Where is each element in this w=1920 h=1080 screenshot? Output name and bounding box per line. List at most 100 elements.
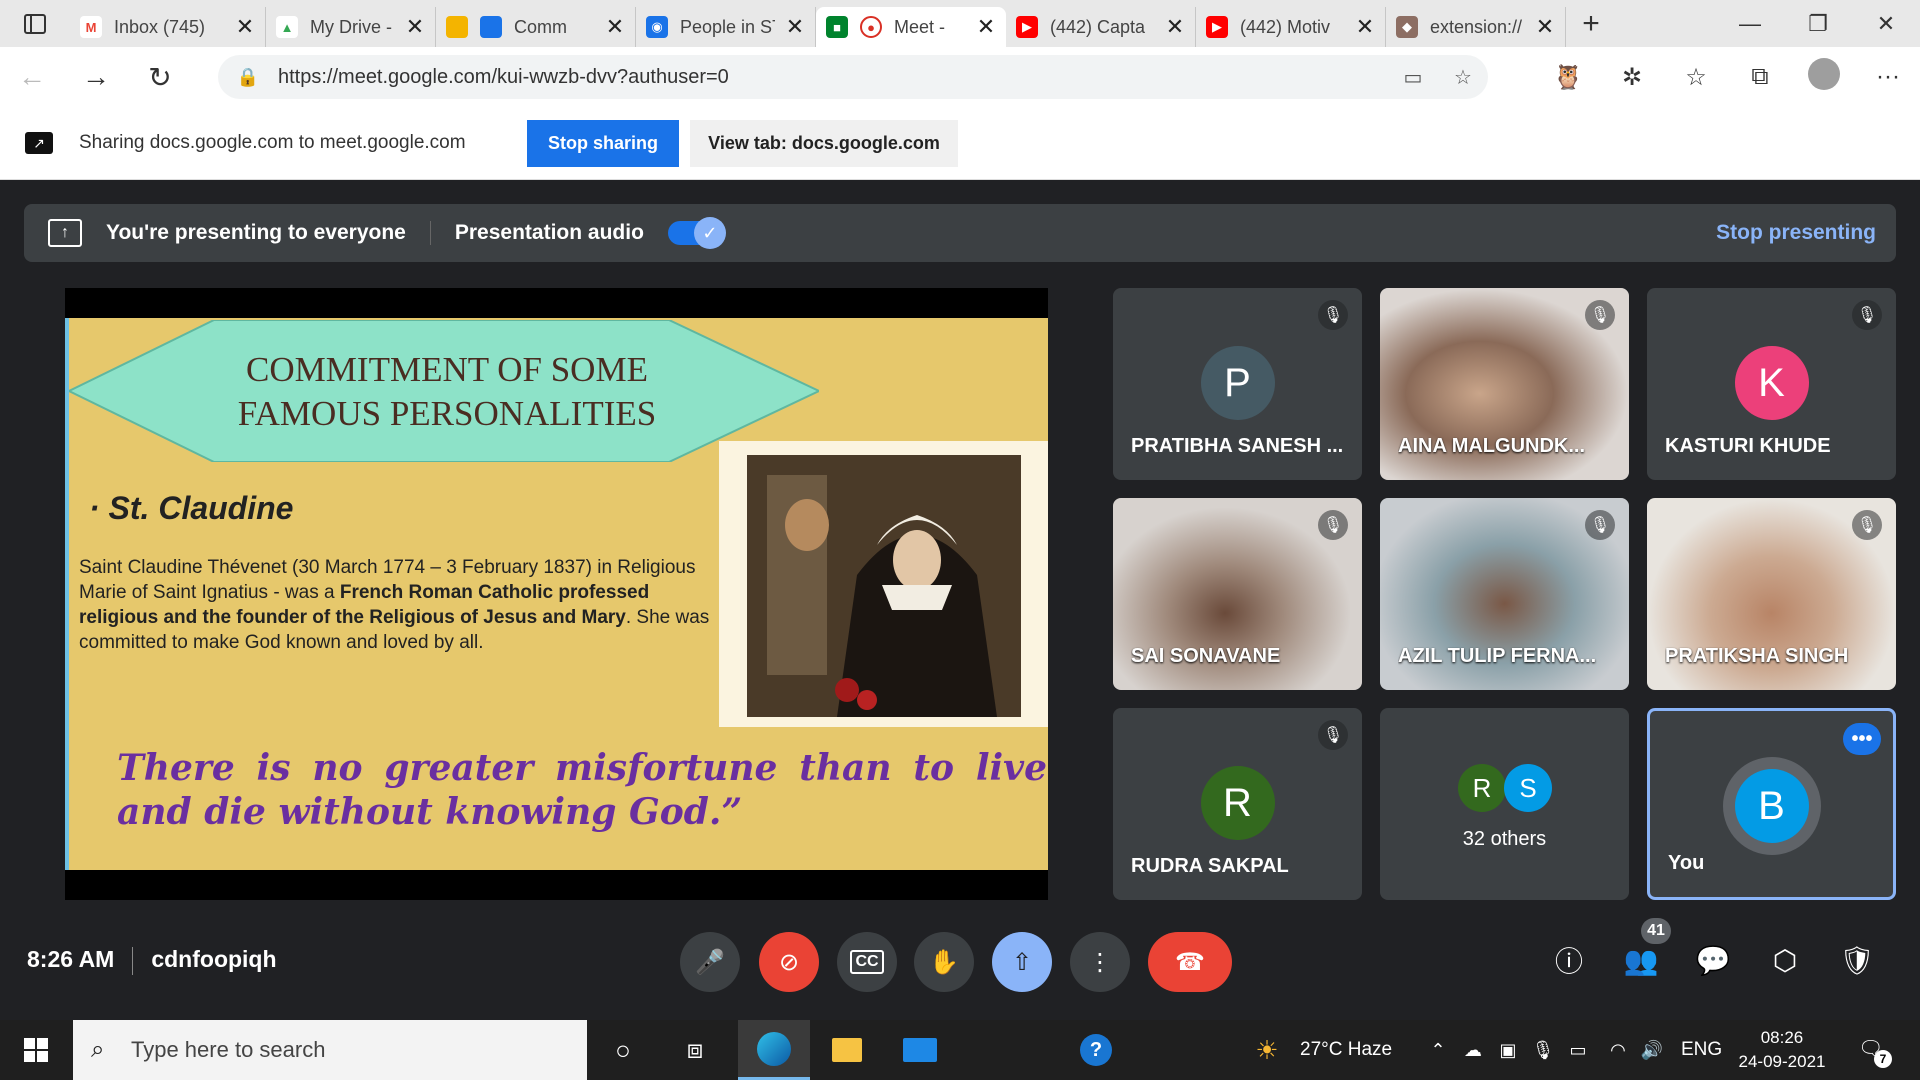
new-tab-button[interactable]: + (1566, 7, 1616, 41)
show-hidden-icons[interactable]: ⌃ (1424, 1036, 1452, 1064)
close-tab-icon[interactable]: ✕ (405, 14, 425, 40)
close-tab-icon[interactable]: ✕ (1355, 14, 1375, 40)
help-icon[interactable]: ? (1060, 1020, 1132, 1080)
tab-youtube-2[interactable]: ▶ (442) Motiv ✕ (1196, 7, 1386, 47)
activities-icon[interactable]: ⬡ (1765, 940, 1805, 980)
share-screen-icon: ↗ (25, 132, 53, 154)
notification-icon[interactable]: 🗨 7 (1858, 1036, 1892, 1068)
profile-avatar[interactable] (1792, 57, 1856, 97)
maximize-icon[interactable]: ❐ (1784, 0, 1852, 47)
close-window-icon[interactable]: ✕ (1852, 0, 1920, 47)
microphone-tray-icon[interactable]: 🎙 (1529, 1036, 1557, 1064)
tab-people[interactable]: ◉ People in ST ✕ (636, 7, 816, 47)
owl-extension-icon[interactable]: 🦉 (1536, 63, 1600, 92)
search-placeholder: Type here to search (131, 1037, 326, 1062)
present-now-button[interactable]: ⇧ (992, 932, 1052, 992)
participant-tile[interactable]: 🎙 SAI SONAVANE (1113, 498, 1362, 690)
tab-meet[interactable]: ■ ● Meet - ✕ (816, 7, 1006, 47)
participant-tile[interactable]: 🎙 R RUDRA SAKPAL (1113, 708, 1362, 900)
stop-presenting-button[interactable]: Stop presenting (1716, 221, 1876, 245)
file-explorer-icon[interactable] (811, 1020, 883, 1080)
sharing-message: Sharing docs.google.com to meet.google.c… (79, 132, 466, 153)
tab-slides[interactable]: Comm ✕ (436, 7, 636, 47)
participant-tile[interactable]: 🎙 K KASTURI KHUDE (1647, 288, 1896, 480)
leave-call-button[interactable]: ☎ (1148, 932, 1232, 992)
onedrive-icon[interactable]: ☁ (1459, 1036, 1487, 1064)
participant-tile[interactable]: 🎙 PRATIKSHA SINGH (1647, 498, 1896, 690)
reload-button[interactable]: ↻ (128, 47, 192, 107)
presentation-audio-toggle[interactable]: ✓ (667, 217, 726, 249)
tab-title: Meet - (894, 16, 946, 37)
tab-actions-menu[interactable] (0, 0, 70, 47)
owl-icon: ◆ (1396, 16, 1418, 38)
meeting-code[interactable]: cdnfoopiqh (151, 946, 276, 972)
recording-icon: ● (860, 16, 882, 38)
url-text[interactable]: https://meet.google.com/kui-wwzb-dvv?aut… (278, 66, 1388, 89)
microphone-button[interactable]: 🎤 (680, 932, 740, 992)
meet-now-icon[interactable]: ▣ (1494, 1036, 1522, 1064)
collections-icon[interactable]: ⧉ (1728, 63, 1792, 91)
camera-icon[interactable]: ▭ (1388, 65, 1438, 90)
participant-tile[interactable]: 🎙 AZIL TULIP FERNA... (1380, 498, 1629, 690)
more-options-button[interactable]: ⋮ (1070, 932, 1130, 992)
slide: COMMITMENT OF SOME FAMOUS PERSONALITIES … (65, 318, 1048, 870)
task-view-icon[interactable]: ⧈ (659, 1020, 731, 1080)
participant-tile[interactable]: 🎙 P PRATIBHA SANESH ... (1113, 288, 1362, 480)
extensions-icon[interactable]: ✲ (1600, 63, 1664, 92)
weather-text[interactable]: 27°C Haze (1300, 1020, 1392, 1080)
people-icon: ◉ (646, 16, 668, 38)
avatar: S (1504, 764, 1552, 812)
slide-quote: There is no greater misfortune than to l… (117, 747, 1047, 833)
address-bar[interactable]: 🔒 https://meet.google.com/kui-wwzb-dvv?a… (218, 55, 1488, 99)
chat-icon[interactable]: 💬 (1693, 940, 1733, 980)
close-tab-icon[interactable]: ✕ (235, 14, 255, 40)
favorites-icon[interactable]: ☆ (1664, 63, 1728, 92)
tab-youtube-1[interactable]: ▶ (442) Capta ✕ (1006, 7, 1196, 47)
back-button[interactable]: ← (0, 47, 64, 107)
close-tab-icon[interactable]: ✕ (785, 14, 805, 40)
close-tab-icon[interactable]: ✕ (976, 14, 996, 40)
more-menu-icon[interactable]: ··· (1856, 63, 1920, 91)
more-options-icon[interactable]: ••• (1843, 723, 1881, 755)
captions-button[interactable]: CC (837, 932, 897, 992)
camera-off-button[interactable]: ⊘ (759, 932, 819, 992)
volume-icon[interactable]: 🔊 (1638, 1036, 1666, 1064)
mail-icon[interactable] (884, 1020, 956, 1080)
wifi-icon[interactable]: ◠ (1604, 1036, 1632, 1064)
minimize-icon[interactable]: — (1716, 0, 1784, 47)
participant-name: PRATIKSHA SINGH (1665, 645, 1849, 667)
tab-drive[interactable]: ▲ My Drive - Google Drive ✕ (266, 7, 436, 47)
others-tile[interactable]: R S 32 others (1380, 708, 1629, 900)
stop-sharing-button[interactable]: Stop sharing (527, 119, 679, 167)
host-controls-icon[interactable]: 🛡 (1837, 940, 1877, 980)
view-tab-button[interactable]: View tab: docs.google.com (690, 119, 958, 167)
taskbar-clock[interactable]: 08:26 24-09-2021 (1736, 1026, 1828, 1074)
language-indicator[interactable]: ENG (1681, 1020, 1722, 1080)
participant-tile[interactable]: 🎙 AINA MALGUNDK... (1380, 288, 1629, 480)
tab-title: extension:// (1430, 16, 1523, 37)
close-tab-icon[interactable]: ✕ (605, 14, 625, 40)
portrait-figure (747, 455, 1021, 717)
add-favorite-icon[interactable]: ☆ (1438, 65, 1488, 90)
mic-off-icon: 🎙 (1585, 510, 1615, 540)
taskbar-search[interactable]: ⌕ Type here to search (73, 1020, 587, 1080)
battery-icon[interactable]: ▭ (1564, 1036, 1592, 1064)
raise-hand-button[interactable]: ✋ (914, 932, 974, 992)
tab-actions-icon (24, 13, 46, 34)
people-icon[interactable]: 👥 (1621, 940, 1661, 980)
weather-icon[interactable]: ☀ (1253, 1035, 1281, 1065)
close-tab-icon[interactable]: ✕ (1535, 14, 1555, 40)
forward-button[interactable]: → (64, 47, 128, 107)
start-button[interactable] (0, 1020, 72, 1080)
tab-extension[interactable]: ◆ extension:// ✕ (1386, 7, 1566, 47)
meeting-details-icon[interactable]: ⓘ (1549, 940, 1589, 980)
cortana-icon[interactable]: ○ (587, 1020, 659, 1080)
edge-icon[interactable] (738, 1020, 810, 1080)
avatar: B (1734, 769, 1809, 843)
self-tile[interactable]: ••• B You (1647, 708, 1896, 900)
browser-toolbar: ← → ↻ 🔒 https://meet.google.com/kui-wwzb… (0, 47, 1920, 107)
close-tab-icon[interactable]: ✕ (1165, 14, 1185, 40)
tab-gmail[interactable]: M Inbox (745) ✕ (70, 7, 266, 47)
self-name: You (1668, 852, 1705, 874)
lock-icon[interactable]: 🔒 (218, 67, 278, 88)
